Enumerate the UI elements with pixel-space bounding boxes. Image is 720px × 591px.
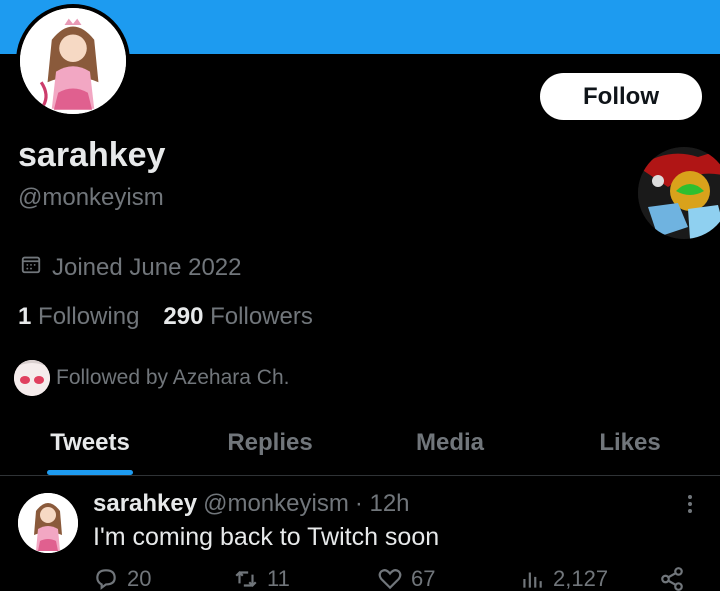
active-tab-indicator <box>47 470 133 475</box>
followers-link[interactable]: 290 Followers <box>163 303 312 331</box>
tweet-header: sarahkey @monkeyism · 12h <box>93 490 410 518</box>
follower-avatar <box>14 360 50 396</box>
views-button[interactable]: 2,127 <box>519 566 608 591</box>
floating-avatar-image <box>638 147 720 239</box>
tab-tweets[interactable]: Tweets <box>0 410 180 475</box>
following-count: 1 <box>18 303 32 330</box>
tab-label: Likes <box>599 428 661 456</box>
retweet-icon <box>235 570 257 588</box>
tab-likes[interactable]: Likes <box>540 410 720 475</box>
profile-tabs: Tweets Replies Media Likes <box>0 410 720 476</box>
more-icon[interactable] <box>680 492 700 516</box>
follow-button[interactable]: Follow <box>540 73 702 120</box>
following-link[interactable]: 1 Following <box>18 303 139 331</box>
profile-handle: @monkeyism <box>18 184 164 211</box>
calendar-icon <box>20 253 42 282</box>
tweet-actions: 20 11 67 2,127 <box>93 566 693 591</box>
following-label: Following <box>38 303 140 330</box>
followed-by[interactable]: Followed by Azehara Ch. <box>14 360 289 396</box>
tab-label: Tweets <box>50 428 130 456</box>
views-icon <box>523 572 542 588</box>
retweet-button[interactable]: 11 <box>233 566 290 591</box>
tweet-timestamp[interactable]: · 12h <box>355 490 410 518</box>
share-icon <box>661 567 683 591</box>
like-icon <box>378 569 402 590</box>
joined-date: Joined June 2022 <box>20 253 242 282</box>
retweet-count: 11 <box>267 566 290 591</box>
tweet-text: I'm coming back to Twitch soon <box>93 523 440 551</box>
tab-label: Replies <box>227 428 313 456</box>
followers-count: 290 <box>163 303 204 330</box>
tab-label: Media <box>415 428 484 456</box>
reply-button[interactable]: 20 <box>93 566 151 591</box>
profile-display-name: sarahkey <box>18 136 166 174</box>
tweet-author-name[interactable]: sarahkey <box>93 490 197 518</box>
tab-replies[interactable]: Replies <box>180 410 360 475</box>
tweet-author-avatar[interactable] <box>18 493 78 553</box>
views-count: 2,127 <box>553 566 609 591</box>
share-button[interactable] <box>659 566 685 591</box>
followed-by-text: Followed by Azehara Ch. <box>56 366 290 389</box>
reply-count: 20 <box>127 566 152 591</box>
followers-label: Followers <box>210 303 313 330</box>
tab-media[interactable]: Media <box>360 410 540 475</box>
like-count: 67 <box>411 566 436 591</box>
follow-stats: 1 Following 290 Followers <box>18 303 313 331</box>
profile-avatar[interactable] <box>16 4 130 118</box>
tweet-author-handle[interactable]: @monkeyism <box>203 490 349 518</box>
like-button[interactable]: 67 <box>377 566 435 591</box>
joined-text: Joined June 2022 <box>52 253 242 281</box>
reply-icon <box>96 569 116 590</box>
